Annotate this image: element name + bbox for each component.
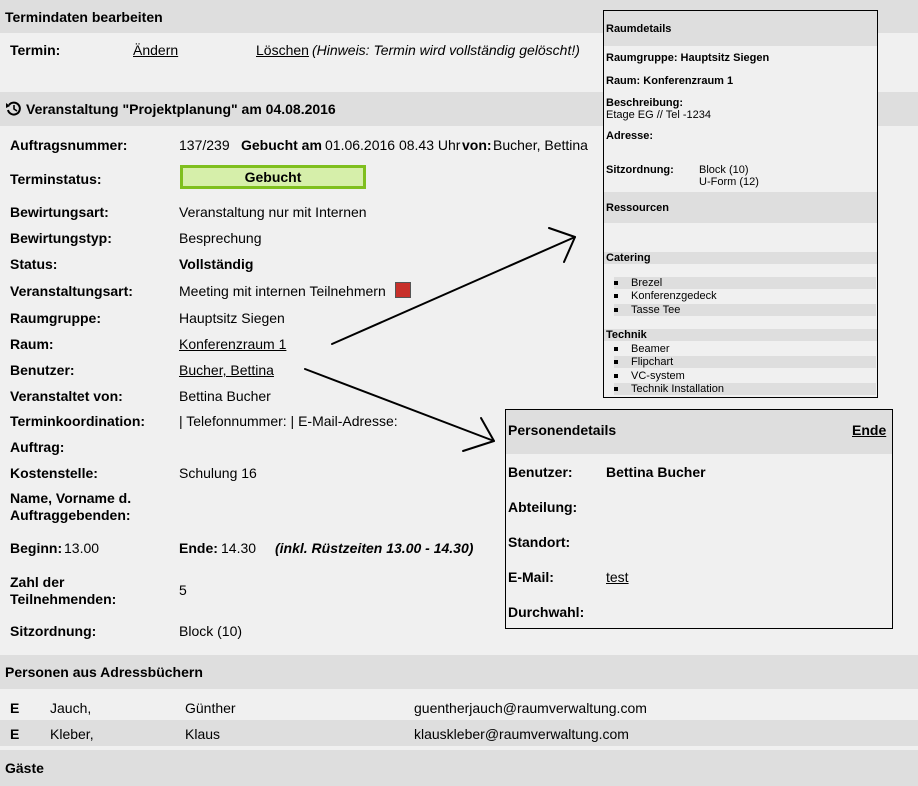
participants-label-1: Zahl der — [10, 574, 65, 590]
table-row: E Kleber, Klaus klauskleber@raumverwaltu… — [0, 720, 918, 746]
list-item: Konferenzgedeck — [614, 290, 876, 302]
coordination-label: Terminkoordination: — [10, 413, 146, 429]
booked-by-label: von: — [462, 137, 492, 153]
order-number-label: Auftragsnummer: — [10, 137, 128, 153]
technik-header: Technik — [604, 329, 877, 341]
delete-appointment-link[interactable]: Löschen — [256, 42, 309, 58]
technik-title: Technik — [606, 329, 647, 341]
appointment-status-label: Terminstatus: — [10, 171, 102, 187]
history-icon[interactable] — [5, 100, 23, 118]
list-item: Beamer — [614, 343, 876, 355]
room-group-label: Raumgruppe: — [10, 310, 101, 326]
person-email: klauskleber@raumverwaltung.com — [414, 726, 629, 742]
person-details-email-label: E-Mail: — [508, 569, 554, 585]
participants-value: 5 — [179, 582, 187, 598]
organizer-value: Bettina Bucher — [179, 388, 271, 404]
end-value: 14.30 — [221, 540, 257, 556]
room-details-seating-value-2: U-Form (12) — [699, 176, 759, 188]
list-item: Brezel — [614, 277, 876, 289]
booked-on-label: Gebucht am — [241, 137, 322, 153]
list-item: Flipchart — [614, 356, 876, 368]
organizer-label: Veranstaltet von: — [10, 388, 123, 404]
person-details-panel: Personendetails Ende Benutzer: Bettina B… — [505, 409, 893, 629]
start-label: Beginn: — [10, 540, 63, 556]
booked-by-value: Bucher, Bettina — [493, 137, 588, 153]
participants-label-2: Teilnehmenden: — [10, 591, 117, 607]
delete-hint: (Hinweis: Termin wird vollständig gelösc… — [312, 42, 580, 58]
room-group-value: Hauptsitz Siegen — [179, 310, 285, 326]
resources-title: Ressourcen — [606, 201, 669, 214]
event-type-color-marker — [395, 282, 411, 298]
seating-value: Block (10) — [179, 623, 243, 639]
table-row: E Jauch, Günther guentherjauch@raumverwa… — [0, 694, 918, 720]
person-details-email-link[interactable]: test — [606, 569, 629, 585]
order-number-value: 137/239 — [179, 137, 230, 153]
user-label: Benutzer: — [10, 362, 75, 378]
status-value: Vollständig — [179, 256, 254, 272]
room-details-panel: Raumdetails Raumgruppe: Hauptsitz Siegen… — [603, 10, 878, 398]
client-name-label-2: Auftraggebenden: — [10, 507, 131, 523]
person-details-close-link[interactable]: Ende — [852, 422, 886, 438]
person-details-user-value: Bettina Bucher — [606, 464, 706, 480]
list-item: Tasse Tee — [614, 304, 876, 316]
catering-kind-value: Veranstaltung nur mit Internen — [179, 204, 367, 220]
person-last-name: Jauch, — [50, 700, 92, 716]
arrow-to-person-details — [304, 368, 495, 452]
list-item: Technik Installation — [614, 383, 876, 395]
booked-on-value: 01.06.2016 08.43 Uhr — [325, 137, 461, 153]
list-item: VC-system — [614, 370, 876, 382]
catering-type-label: Bewirtungstyp: — [10, 230, 112, 246]
appointment-status-badge: Gebucht — [180, 165, 366, 189]
catering-type-value: Besprechung — [179, 230, 262, 246]
room-details-seating-label: Sitzordnung: — [606, 164, 674, 176]
addressbook-header: Personen aus Adressbüchern — [0, 655, 918, 689]
room-details-description-value: Etage EG // Tel -1234 — [606, 109, 711, 121]
person-details-user-label: Benutzer: — [508, 464, 573, 480]
room-link[interactable]: Konferenzraum 1 — [179, 336, 286, 352]
change-appointment-link[interactable]: Ändern — [133, 42, 178, 58]
termin-label: Termin: — [10, 42, 61, 58]
seating-label: Sitzordnung: — [10, 623, 97, 639]
guests-title: Gäste — [5, 760, 44, 776]
person-details-location-label: Standort: — [508, 534, 571, 550]
room-details-description-label: Beschreibung: — [606, 97, 684, 109]
coordination-value: | Telefonnummer: | E-Mail-Adresse: — [179, 413, 398, 429]
person-details-extension-label: Durchwahl: — [508, 604, 585, 620]
client-name-label-1: Name, Vorname d. — [10, 490, 132, 506]
resources-header: Ressourcen — [604, 192, 877, 223]
person-type: E — [10, 700, 20, 716]
catering-kind-label: Bewirtungsart: — [10, 204, 109, 220]
room-details-address-label: Adresse: — [606, 130, 654, 142]
person-last-name: Kleber, — [50, 726, 94, 742]
room-details-room: Raum: Konferenzraum 1 — [606, 75, 734, 87]
room-details-header: Raumdetails — [604, 11, 877, 46]
room-details-seating-value-1: Block (10) — [699, 164, 749, 176]
end-label: Ende: — [179, 540, 218, 556]
event-type-value: Meeting mit internen Teilnehmern — [179, 283, 386, 299]
room-details-room-group: Raumgruppe: Hauptsitz Siegen — [606, 52, 770, 64]
event-type-label: Veranstaltungsart: — [10, 283, 133, 299]
event-title: Veranstaltung "Projektplanung" am 04.08.… — [26, 101, 336, 117]
order-label: Auftrag: — [10, 439, 65, 455]
person-details-department-label: Abteilung: — [508, 499, 578, 515]
page-title: Termindaten bearbeiten — [5, 8, 163, 25]
guests-header: Gäste — [0, 750, 918, 786]
room-label: Raum: — [10, 336, 54, 352]
catering-title: Catering — [606, 252, 651, 264]
catering-header: Catering — [604, 252, 877, 264]
cost-center-value: Schulung 16 — [179, 465, 257, 481]
cost-center-label: Kostenstelle: — [10, 465, 98, 481]
room-details-title: Raumdetails — [606, 22, 672, 35]
person-email: guentherjauch@raumverwaltung.com — [414, 700, 647, 716]
addressbook-title: Personen aus Adressbüchern — [5, 664, 203, 680]
person-details-title: Personendetails — [508, 422, 617, 438]
status-label: Status: — [10, 256, 58, 272]
person-type: E — [10, 726, 20, 742]
person-first-name: Günther — [185, 700, 236, 716]
setup-time-note: (inkl. Rüstzeiten 13.00 - 14.30) — [275, 540, 474, 556]
start-value: 13.00 — [64, 540, 100, 556]
person-first-name: Klaus — [185, 726, 221, 742]
user-link[interactable]: Bucher, Bettina — [179, 362, 274, 378]
